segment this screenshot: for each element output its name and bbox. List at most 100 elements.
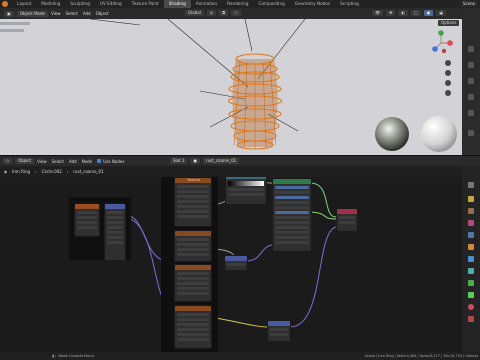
shader-type-dropdown[interactable]: Object <box>15 158 35 164</box>
breadcrumb-separator-icon: › <box>35 169 37 174</box>
chrome-preview-sphere <box>375 117 409 151</box>
workspace-tab-uv-editing[interactable]: UV Editing <box>95 0 127 8</box>
workspace-tab-animation[interactable]: Animation <box>191 0 222 8</box>
material-slot-dropdown[interactable]: Slot 1 <box>170 158 188 164</box>
output-properties-icon[interactable] <box>468 208 474 214</box>
render-properties-icon[interactable] <box>468 196 474 202</box>
workspace-bar: Layout Modeling Sculpting UV Editing Texture… <box>0 0 480 8</box>
principled-bsdf-node[interactable] <box>272 178 312 252</box>
color-ramp-gradient[interactable] <box>228 181 264 186</box>
texture-coordinate-node[interactable] <box>74 203 100 237</box>
material-properties-icon[interactable] <box>468 304 474 310</box>
status-hint: Node Context Menu <box>58 354 95 358</box>
viewport-menu-add[interactable]: Add <box>83 11 91 16</box>
tool-tab-icon[interactable] <box>468 182 474 188</box>
workspace-tab-modeling[interactable]: Modeling <box>36 0 65 8</box>
use-nodes-label: Use Nodes <box>103 158 125 164</box>
data-properties-icon[interactable] <box>468 292 474 298</box>
tool-transform-icon[interactable] <box>468 110 474 116</box>
viewport-menu-view[interactable]: View <box>51 11 61 16</box>
material-name-field[interactable]: rust_coarse_01 <box>202 158 240 164</box>
options-dropdown[interactable]: Options <box>438 20 460 26</box>
node-header <box>226 177 266 179</box>
visibility-icon[interactable]: 👁 <box>372 10 384 16</box>
node-editor-type-icon[interactable]: ◇ <box>3 158 13 164</box>
node-menu-add[interactable]: Add <box>69 159 77 164</box>
object-mode-dropdown[interactable]: Object Mode <box>16 10 48 17</box>
scene-selector[interactable]: Scene <box>459 1 478 7</box>
color-ramp-node[interactable] <box>225 177 267 205</box>
workspace-tab-geometry-nodes[interactable]: Geometry Nodes <box>290 0 335 8</box>
viewport-scene <box>0 19 457 152</box>
node-header <box>273 179 311 184</box>
transform-orientation-dropdown[interactable]: Global <box>185 10 204 16</box>
tool-rotate-icon[interactable] <box>468 78 474 84</box>
mouse-hint-icon: ◧ <box>52 354 56 358</box>
barrel-model[interactable] <box>227 53 283 150</box>
use-nodes-checkbox[interactable]: Use Nodes <box>97 159 124 164</box>
gizmo-icon[interactable]: ✥ <box>386 10 396 16</box>
workspace-tab-compositing[interactable]: Compositing <box>254 0 290 8</box>
bump-node[interactable] <box>267 320 291 342</box>
node-menu-node[interactable]: Node <box>82 159 92 164</box>
constraint-properties-icon[interactable] <box>468 280 474 286</box>
breadcrumb-object-icon: ◈ <box>4 169 8 174</box>
viewport-menu-select[interactable]: Select <box>65 11 77 16</box>
node-editor-canvas[interactable]: Texture <box>0 177 462 352</box>
3d-viewport[interactable]: Options <box>0 19 462 155</box>
material-browse-icon[interactable]: ● <box>190 158 200 164</box>
workspace-tab-scripting[interactable]: Scripting <box>335 0 364 8</box>
navigation-gizmo-icon[interactable] <box>432 30 453 54</box>
viewport-menu-object[interactable]: Object <box>96 11 109 16</box>
node-editor-header: ◇ Object View Select Add Node Use Nodes … <box>0 156 480 166</box>
view-info-overlay <box>0 22 30 25</box>
editor-type-button[interactable]: ▣ <box>4 10 14 17</box>
checkbox-checked-icon <box>97 159 102 163</box>
node-menu-view[interactable]: View <box>37 159 47 164</box>
viewport-nav-buttons[interactable] <box>445 60 451 96</box>
image-texture-node-1[interactable]: Texture <box>174 177 212 227</box>
node-header <box>225 256 247 261</box>
tool-move-icon[interactable] <box>468 62 474 68</box>
tool-annotate-icon[interactable] <box>468 130 474 136</box>
snap-icon[interactable]: ⧉ <box>219 10 229 16</box>
physics-properties-icon[interactable] <box>468 268 474 274</box>
workspace-tab-rendering[interactable]: Rendering <box>222 0 253 8</box>
node-header <box>175 265 211 270</box>
pivot-icon[interactable]: ◎ <box>206 10 217 16</box>
proportional-edit-icon[interactable]: ○ <box>231 10 241 16</box>
node-header <box>268 321 290 326</box>
node-title: Texture <box>175 178 211 183</box>
normal-map-node[interactable] <box>224 255 248 271</box>
mapping-node[interactable] <box>104 203 126 261</box>
workspace-tab-texture-paint[interactable]: Texture Paint <box>127 0 164 8</box>
node-header <box>105 204 125 209</box>
workspace-tab-layout[interactable]: Layout <box>12 0 36 8</box>
world-properties-icon[interactable] <box>468 232 474 238</box>
image-texture-node-2[interactable] <box>174 230 212 262</box>
node-header <box>337 209 357 214</box>
node-menu-select[interactable]: Select <box>52 159 64 164</box>
shading-solid-icon[interactable]: ● <box>423 10 434 16</box>
workspace-tab-shading[interactable]: Shading <box>163 0 191 8</box>
workspace-tab-sculpting[interactable]: Sculpting <box>65 0 95 8</box>
shading-material-icon[interactable]: ◕ <box>436 10 446 16</box>
status-bar: ◧ Node Context Menu Scene | Iron Ring | … <box>0 352 480 360</box>
viewport-sidebar-toggle-strip <box>462 8 480 155</box>
texture-properties-icon[interactable] <box>468 316 474 322</box>
tool-cursor-icon[interactable] <box>468 46 474 52</box>
xray-icon[interactable]: ▢ <box>410 10 421 16</box>
scene-properties-icon[interactable] <box>468 220 474 226</box>
tool-scale-icon[interactable] <box>468 94 474 100</box>
image-texture-node-3[interactable] <box>174 264 212 302</box>
overlay-icon[interactable]: ◐ <box>398 10 408 16</box>
modifier-properties-icon[interactable] <box>468 256 474 262</box>
node-header <box>175 231 211 236</box>
object-properties-icon[interactable] <box>468 244 474 250</box>
breadcrumb-object: Iron Ring <box>12 169 31 174</box>
node-header <box>175 306 211 311</box>
material-output-node[interactable] <box>336 208 358 232</box>
breadcrumb-mesh: Circle.002 <box>41 169 62 174</box>
image-texture-node-4[interactable] <box>174 305 212 349</box>
blender-logo-icon[interactable] <box>2 1 8 7</box>
